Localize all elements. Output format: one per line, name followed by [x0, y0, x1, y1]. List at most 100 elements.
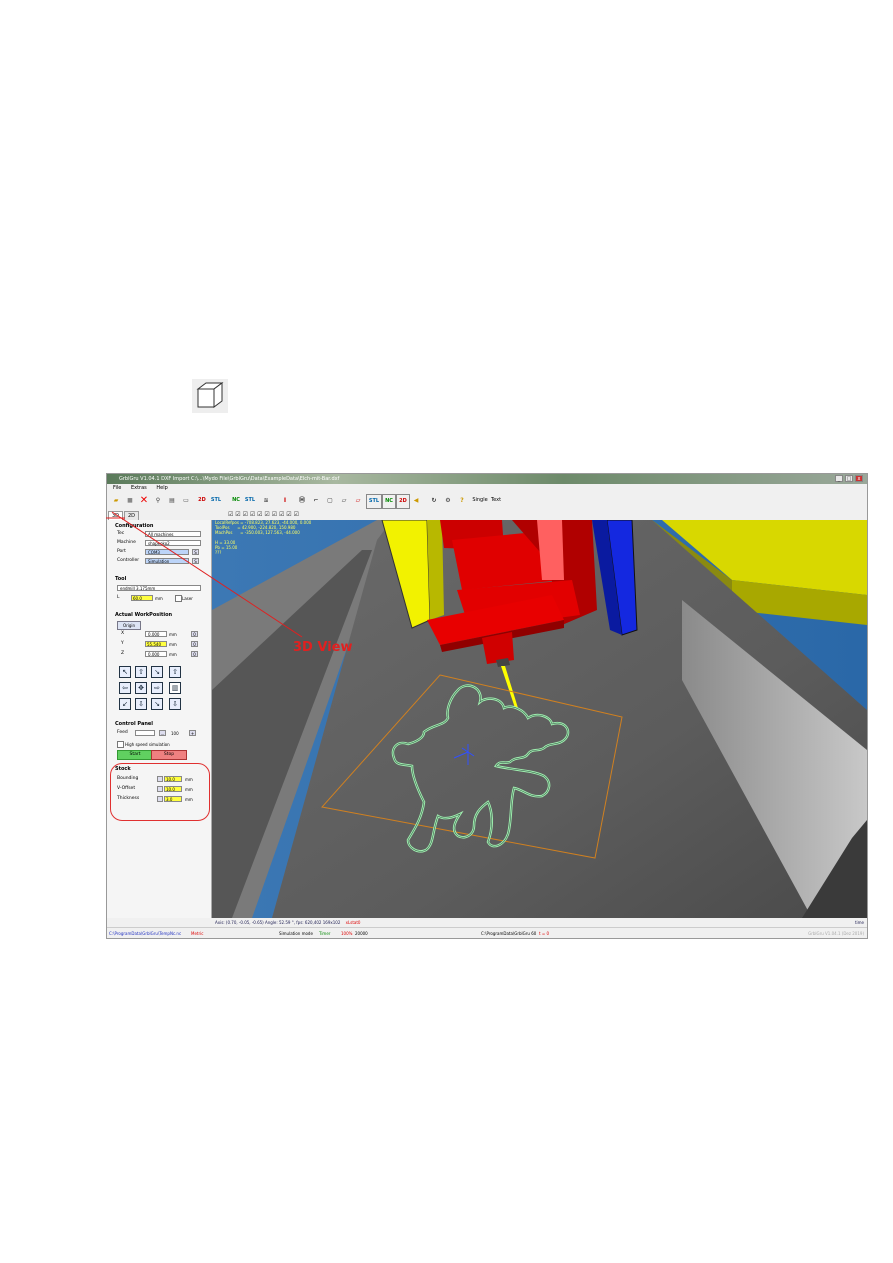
- sidebar: Configuration Tec All machines Machine s…: [107, 520, 212, 918]
- feed-value: 100: [171, 731, 179, 736]
- tool-icon[interactable]: Ⅰ: [279, 494, 291, 507]
- search-icon[interactable]: ⚲: [152, 494, 164, 507]
- nc-file-path: C:\ProgramData\GrblGru\TempNc.nc: [109, 931, 182, 936]
- refresh-icon[interactable]: ↻: [428, 494, 440, 507]
- laser-checkbox[interactable]: [175, 595, 182, 602]
- tool-length-input[interactable]: 60.0: [131, 595, 153, 601]
- plane-red-icon[interactable]: ▱: [352, 494, 364, 507]
- monitor-icon[interactable]: ▭: [180, 494, 192, 507]
- menu-file[interactable]: File: [113, 485, 121, 491]
- view-2d-button[interactable]: 2D: [396, 494, 410, 509]
- x-position-value: 0.000: [145, 631, 167, 637]
- high-speed-checkbox[interactable]: [117, 741, 124, 748]
- feed-input[interactable]: [135, 730, 155, 736]
- import-stl-button[interactable]: STL: [210, 494, 222, 507]
- machine-m-icon[interactable]: Ⓜ: [296, 494, 308, 507]
- controller-settings-button[interactable]: S: [192, 558, 199, 564]
- simulation-mode-label: Simulation mode: [279, 931, 313, 936]
- delete-icon[interactable]: ✕: [138, 494, 150, 507]
- tab-3d[interactable]: 3D: [108, 511, 124, 520]
- play-icon[interactable]: ◀: [410, 494, 422, 507]
- layers-icon[interactable]: ≋: [260, 494, 272, 507]
- tool-length-unit: mm: [155, 596, 163, 601]
- help-icon[interactable]: ?: [456, 494, 468, 507]
- menu-bar: File Extras Help: [107, 484, 867, 492]
- jog-down-right-icon[interactable]: ⇩: [169, 698, 181, 710]
- feed-minus-button[interactable]: ...: [159, 730, 166, 736]
- annotation-3d-view-label: 3D View: [293, 640, 353, 655]
- 3d-viewport[interactable]: LocalRefpos = -708.823, 27.623, -44.000,…: [212, 520, 867, 918]
- view-info-text: LocalRefpos = -708.823, 27.623, -44.000,…: [215, 520, 311, 555]
- open-folder-icon[interactable]: ▰: [110, 494, 122, 507]
- jog-up-left-icon[interactable]: ↖: [119, 666, 131, 678]
- z-position-value: 0.000: [145, 651, 167, 657]
- data-path-label: C:\ProgramData\GrblGru 60: [481, 931, 537, 936]
- tec-label: Tec: [117, 531, 125, 536]
- toolbar: ▰ ■ ✕ ⚲ ▤ ▭ 2D STL NC STL ≋ Ⅰ Ⓜ ⌐ ▢ ▱ ▱ …: [107, 492, 867, 510]
- save-icon[interactable]: ■: [124, 494, 136, 507]
- jog-down-left-icon[interactable]: ↙: [119, 698, 131, 710]
- configuration-header: Configuration: [115, 523, 154, 529]
- cube-icon: [192, 379, 228, 413]
- view-toolbar-icons[interactable]: ☑ ☑ ☑ ☑ ☑ ☑ ☑ ☑ ☑ ☑: [228, 511, 299, 518]
- menu-extras[interactable]: Extras: [131, 485, 147, 491]
- y-position-value: 55.540: [145, 641, 167, 647]
- jog-down-icon[interactable]: ⇩: [135, 698, 147, 710]
- maximize-button[interactable]: □: [845, 475, 853, 482]
- workposition-header: Actual WorkPosition: [115, 612, 173, 618]
- jog-home-icon[interactable]: ⇧: [169, 666, 181, 678]
- axes-icon[interactable]: ⌐: [310, 494, 322, 507]
- port-select[interactable]: COM3: [145, 549, 189, 555]
- jog-right-icon[interactable]: ⇨: [151, 682, 163, 694]
- y-unit: mm: [169, 642, 177, 647]
- y-zero-button[interactable]: 0: [191, 641, 198, 647]
- tool-header: Tool: [115, 576, 127, 582]
- single-label[interactable]: Single: [471, 494, 489, 507]
- menu-help[interactable]: Help: [156, 485, 167, 491]
- controller-select[interactable]: Simulation: [145, 558, 189, 564]
- status-bar: C:\ProgramData\GrblGru\TempNc.nc Metric …: [107, 927, 867, 938]
- minimize-button[interactable]: _: [835, 475, 843, 482]
- tec-select[interactable]: All machines: [145, 531, 201, 537]
- text-label[interactable]: Text: [489, 494, 503, 507]
- box-icon[interactable]: ▢: [324, 494, 336, 507]
- window-title: GrblGru V1.04.1 DXF Import C:\...\Mydo F…: [119, 476, 340, 482]
- stl-download-button[interactable]: STL: [244, 494, 256, 507]
- view-tabs: 3D 2D ☑ ☑ ☑ ☑ ☑ ☑ ☑ ☑ ☑ ☑: [107, 510, 299, 521]
- jog-center-icon[interactable]: ✥: [135, 682, 147, 694]
- stop-button[interactable]: Stop: [151, 750, 187, 760]
- feed-plus-button[interactable]: +: [189, 730, 196, 736]
- import-2d-button[interactable]: 2D: [196, 494, 208, 507]
- laser-label: Laser: [182, 596, 193, 601]
- origin-button[interactable]: Origin: [117, 621, 141, 630]
- jog-trash-icon[interactable]: ▥: [169, 682, 181, 694]
- document-icon[interactable]: ▤: [166, 494, 178, 507]
- jog-z-down-icon[interactable]: ↘: [151, 698, 163, 710]
- x-zero-button[interactable]: 0: [191, 631, 198, 637]
- tool-select[interactable]: endmill 3.175mm: [117, 585, 201, 591]
- port-label: Port: [117, 549, 126, 554]
- z-unit: mm: [169, 652, 177, 657]
- nc-download-button[interactable]: NC: [230, 494, 242, 507]
- gear-icon[interactable]: ⚙: [442, 494, 454, 507]
- stl-button[interactable]: STL: [366, 494, 382, 509]
- nc-button[interactable]: NC: [382, 494, 396, 509]
- control-panel-header: Control Panel: [115, 721, 153, 727]
- plane-icon[interactable]: ▱: [338, 494, 350, 507]
- machine-select[interactable]: shapeoko2: [145, 540, 201, 546]
- jog-left-icon[interactable]: ⇦: [119, 682, 131, 694]
- x-axis-label: X: [121, 631, 125, 636]
- tool-length-label: L: [117, 595, 120, 600]
- close-button[interactable]: x: [855, 475, 863, 482]
- y-axis-label: Y: [121, 641, 124, 646]
- 3d-scene: [212, 520, 867, 918]
- start-button[interactable]: Start: [117, 750, 153, 760]
- jog-up-icon[interactable]: ⇧: [135, 666, 147, 678]
- t-value-label: t = 0: [539, 931, 550, 936]
- count-label: 20000: [355, 931, 368, 936]
- info-line-machpos: MachPos = -350.003, 127.563, -44.000: [215, 530, 300, 535]
- stock-highlight-ring: [110, 763, 210, 821]
- z-zero-button[interactable]: 0: [191, 651, 198, 657]
- jog-z-up-icon[interactable]: ↘: [151, 666, 163, 678]
- port-settings-button[interactable]: S: [192, 549, 199, 555]
